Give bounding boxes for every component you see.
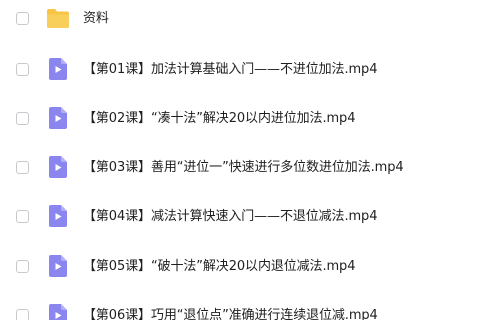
file-row-video[interactable]: 【第06课】巧用“退位点”准确进行连续退位减.mp4 [0, 301, 491, 320]
file-row-video[interactable]: 【第03课】善用“进位一”快速进行多位数进位加法.mp4 [0, 153, 491, 183]
file-row-video[interactable]: 【第02课】“凑十法”解决20以内进位加法.mp4 [0, 104, 491, 134]
video-file-icon [49, 107, 67, 129]
file-name: 【第06课】巧用“退位点”准确进行连续退位减.mp4 [83, 308, 378, 320]
row-checkbox[interactable] [16, 63, 29, 76]
row-checkbox[interactable] [16, 161, 29, 174]
file-name: 【第03课】善用“进位一”快速进行多位数进位加法.mp4 [83, 160, 404, 175]
file-row-video[interactable]: 【第01课】加法计算基础入门——不进位加法.mp4 [0, 55, 491, 85]
video-file-icon [49, 58, 67, 80]
row-checkbox[interactable] [16, 12, 29, 25]
row-checkbox[interactable] [16, 260, 29, 273]
file-row-folder[interactable]: 资料 [0, 4, 491, 34]
file-name: 【第01课】加法计算基础入门——不进位加法.mp4 [83, 62, 378, 77]
row-checkbox[interactable] [16, 112, 29, 125]
file-name: 资料 [83, 11, 109, 26]
file-list: 资料 【第01课】加法计算基础入门——不进位加法.mp4 【第02课】“凑十法”… [0, 0, 491, 320]
video-file-icon [49, 205, 67, 227]
file-name: 【第02课】“凑十法”解决20以内进位加法.mp4 [83, 111, 356, 126]
video-file-icon [49, 255, 67, 277]
row-checkbox[interactable] [16, 210, 29, 223]
file-name: 【第05课】“破十法”解决20以内退位减法.mp4 [83, 259, 356, 274]
row-checkbox[interactable] [16, 309, 29, 320]
video-file-icon [49, 304, 67, 320]
file-row-video[interactable]: 【第04课】减法计算快速入门——不退位减法.mp4 [0, 202, 491, 232]
file-row-video[interactable]: 【第05课】“破十法”解决20以内退位减法.mp4 [0, 252, 491, 282]
video-file-icon [49, 156, 67, 178]
file-name: 【第04课】减法计算快速入门——不退位减法.mp4 [83, 209, 378, 224]
folder-icon [47, 9, 69, 28]
